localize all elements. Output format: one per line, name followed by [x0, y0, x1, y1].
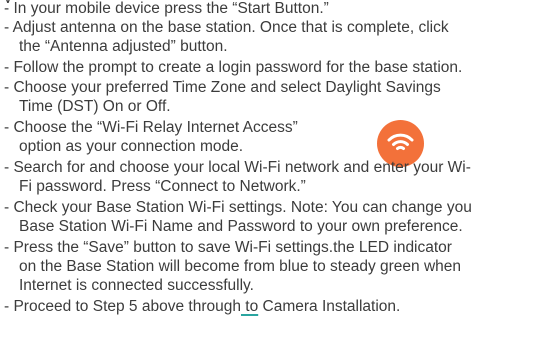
- step-wifi-relay: - Choose the “Wi-Fi Relay Internet Acces…: [4, 119, 540, 136]
- step-search-network-cont: Fi password. Press “Connect to Network.”: [19, 178, 306, 195]
- step-adjust-antenna: - Adjust antenna on the base station. On…: [4, 19, 540, 36]
- step-start-button: - In your mobile device press the “Start…: [4, 0, 540, 17]
- step-wifi-relay-cont: option as your connection mode.: [19, 138, 244, 155]
- step-text: on the Base Station will become from blu…: [19, 258, 462, 275]
- step-text: option as your connection mode.: [19, 138, 244, 155]
- step-text: Fi password. Press “Connect to Network.”: [19, 178, 306, 195]
- step-time-zone: - Choose your preferred Time Zone and se…: [4, 79, 540, 96]
- step-text: - Search for and choose your local Wi-Fi…: [4, 159, 471, 176]
- step-save-settings-cont2: Internet is connected successfully.: [19, 277, 254, 294]
- step-time-zone-cont: Time (DST) On or Off.: [19, 98, 171, 115]
- step-login-password: - Follow the prompt to create a login pa…: [4, 59, 540, 76]
- step-text: Camera Installation.: [258, 298, 401, 315]
- step-text: - Proceed to Step 5 above through: [4, 298, 241, 315]
- step-text: the “Antenna adjusted” button.: [19, 38, 228, 55]
- instruction-document: y - In your mobile device press the “Sta…: [0, 0, 544, 340]
- step-text: - Adjust antenna on the base station. On…: [4, 19, 449, 36]
- step-text: - Follow the prompt to create a login pa…: [4, 59, 463, 76]
- step-save-settings: - Press the “Save” button to save Wi-Fi …: [4, 239, 540, 256]
- step-check-settings: - Check your Base Station Wi-Fi settings…: [4, 199, 540, 216]
- step-link-text: to: [240, 298, 259, 315]
- step-text: Base Station Wi-Fi Name and Password to …: [19, 218, 463, 235]
- step-text: - Check your Base Station Wi-Fi settings…: [4, 199, 472, 216]
- step-text: Internet is connected successfully.: [19, 277, 254, 294]
- step-search-network: - Search for and choose your local Wi-Fi…: [4, 159, 540, 176]
- step-adjust-antenna-cont: the “Antenna adjusted” button.: [19, 38, 228, 55]
- step-text: Time (DST) On or Off.: [19, 98, 171, 115]
- step-check-settings-cont: Base Station Wi-Fi Name and Password to …: [19, 218, 463, 235]
- step-text: - Press the “Save” button to save Wi-Fi …: [4, 239, 452, 256]
- step-text: - Choose your preferred Time Zone and se…: [4, 79, 441, 96]
- step-text: - Choose the “Wi-Fi Relay Internet Acces…: [4, 119, 298, 136]
- step-proceed: - Proceed to Step 5 above through to Cam…: [4, 298, 540, 315]
- step-save-settings-cont: on the Base Station will become from blu…: [19, 258, 462, 275]
- step-text: - In your mobile device press the “Start…: [4, 0, 329, 17]
